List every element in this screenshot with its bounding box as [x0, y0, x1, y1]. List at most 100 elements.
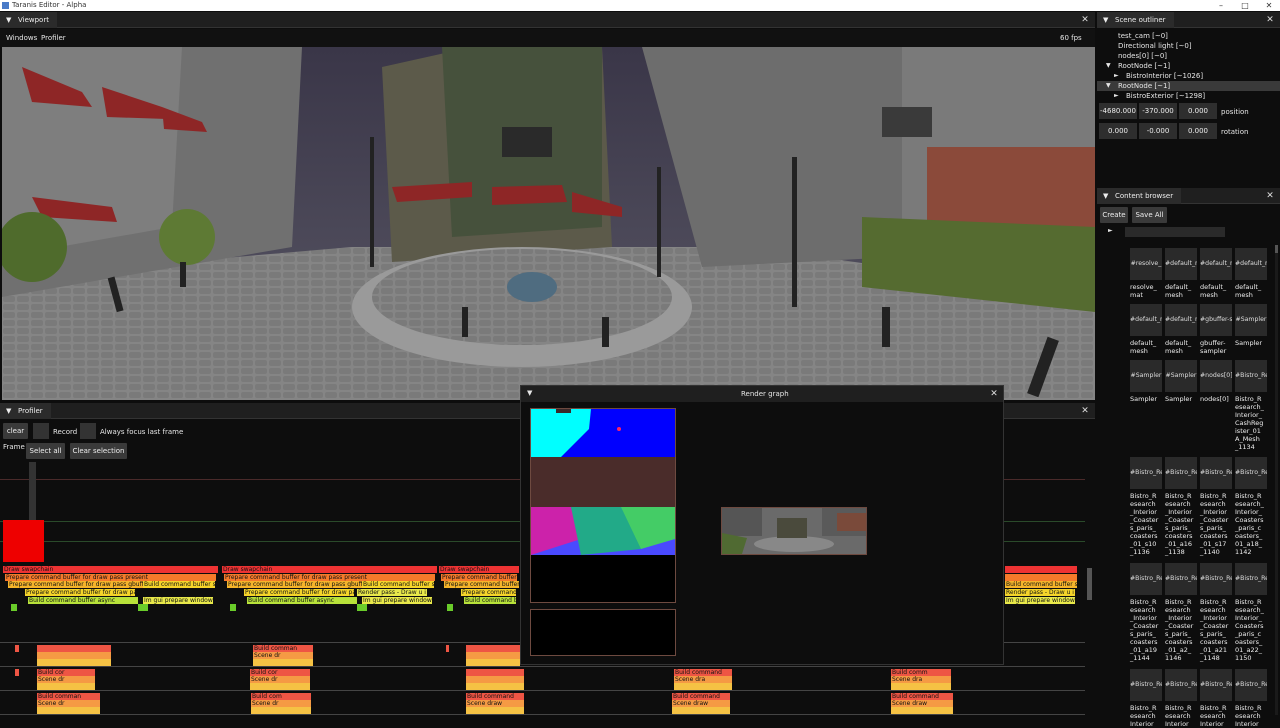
tab-content-browser[interactable]: ▼ Content browser [1097, 188, 1182, 204]
profile-block-tail[interactable] [357, 604, 367, 611]
asset-tile[interactable]: #Bistro_Re Bistro_Research_Interior_Coast… [1130, 457, 1162, 556]
collapse-icon[interactable]: ▼ [1103, 12, 1108, 28]
asset-tile[interactable]: #Bistro_Re Bistro_Research_Interior_Coast… [1130, 563, 1162, 662]
asset-tile[interactable]: #default_r default_ mesh [1235, 248, 1267, 299]
content-scrollbar-thumb[interactable] [1275, 245, 1278, 253]
worker-block-build[interactable]: Build command [672, 693, 730, 700]
profiler-close-icon[interactable]: ✕ [1078, 403, 1092, 419]
profile-block-draw-pass[interactable]: Prepare command buffer [461, 589, 516, 596]
frame-bar[interactable] [3, 520, 44, 562]
asset-tile[interactable]: #nodes[0] nodes[0] [1200, 360, 1232, 403]
clear-selection-button[interactable]: Clear selection [70, 443, 127, 459]
save-all-button[interactable]: Save All [1132, 207, 1167, 223]
record-checkbox[interactable] [33, 423, 49, 439]
worker-block[interactable] [672, 707, 730, 714]
minimize-icon[interactable]: – [1209, 0, 1233, 11]
worker-block-build[interactable]: Build comman [37, 693, 100, 700]
profile-block-swapchain[interactable] [1005, 566, 1077, 573]
worker-block-scene-draw[interactable]: Scene dr [251, 700, 311, 707]
profiler-scrollbar[interactable] [1087, 568, 1092, 600]
profile-block-present[interactable] [1005, 574, 1077, 581]
profile-block-tail[interactable] [230, 604, 236, 611]
profile-block-swapchain[interactable]: Draw swapchain [222, 566, 437, 573]
worker-block[interactable] [251, 707, 311, 714]
worker-block[interactable] [15, 645, 19, 652]
worker-block[interactable] [466, 669, 524, 676]
worker-block-scene-draw[interactable]: Scene dr [37, 676, 95, 683]
worker-block[interactable] [15, 669, 19, 676]
worker-block[interactable] [37, 652, 111, 659]
profile-block-async[interactable]: Build command buffer async [28, 597, 138, 604]
create-button[interactable]: Create [1100, 207, 1128, 223]
worker-block-scene-draw[interactable]: Scene draw [672, 700, 730, 707]
menu-profiler[interactable]: Profiler [41, 34, 66, 42]
profile-block-imgui[interactable]: Im gui prepare window [362, 597, 432, 604]
profile-block-present[interactable]: Prepare command buffer for draw pass pre… [5, 574, 216, 581]
asset-tile[interactable]: #Bistro_Re Bistro_R esearch Interior [1235, 669, 1267, 728]
worker-block-scene-draw[interactable]: Scene dr [250, 676, 310, 683]
profile-block-async[interactable]: Build command buffer async [247, 597, 357, 604]
render-graph-close-icon[interactable]: ✕ [987, 386, 1001, 402]
asset-tile[interactable]: #Bistro_Re Bistro_Research_Interior_Coast… [1235, 563, 1267, 662]
rotation-z-field[interactable]: 0.000 [1179, 123, 1217, 139]
collapse-icon[interactable]: ▼ [6, 403, 11, 419]
asset-tile[interactable]: #Bistro_Re Bistro_Research_Interior_Coast… [1200, 563, 1232, 662]
clear-button[interactable]: clear [3, 423, 28, 439]
worker-block-build[interactable]: Build command [674, 669, 732, 676]
worker-block[interactable] [37, 645, 111, 652]
worker-block-build[interactable]: Build command [466, 693, 524, 700]
asset-tile[interactable]: #default_r default_ mesh [1165, 248, 1197, 299]
content-scrollbar[interactable] [1275, 245, 1278, 715]
outliner-item[interactable]: Directional light [~0] [1097, 41, 1280, 51]
worker-block-build[interactable]: Build cor [37, 669, 95, 676]
worker-block[interactable] [466, 652, 520, 659]
worker-block-build[interactable]: Build command [891, 693, 953, 700]
worker-block[interactable] [37, 683, 95, 690]
outliner-item[interactable]: ▼ RootNode [~1] [1097, 61, 1280, 71]
profile-block-imgui[interactable]: Im gui prepare window [1005, 597, 1075, 604]
profile-block-present[interactable]: Prepare command buffer f [441, 574, 517, 581]
rotation-x-field[interactable]: 0.000 [1099, 123, 1137, 139]
asset-tile[interactable]: #gbuffer-s gbuffer-sampler [1200, 304, 1232, 355]
worker-block-scene-draw[interactable]: Scene draw [891, 700, 953, 707]
expand-arrow-icon[interactable]: ► [1108, 227, 1113, 234]
menu-windows[interactable]: Windows [6, 34, 37, 42]
asset-tile[interactable]: #Bistro_Re Bistro_Research_Interior_Coast… [1235, 457, 1267, 556]
profile-block-async[interactable]: Build command buffer [464, 597, 516, 604]
collapse-icon[interactable]: ▼ [527, 389, 532, 397]
outliner-item[interactable]: test_cam [~0] [1097, 31, 1280, 41]
rotation-y-field[interactable]: -0.000 [1139, 123, 1177, 139]
worker-block-scene-draw[interactable]: Scene dr [253, 652, 313, 659]
worker-block[interactable] [466, 659, 520, 666]
profile-block-swapchain[interactable]: Draw swapchain [439, 566, 519, 573]
content-search-input[interactable] [1125, 227, 1225, 237]
collapse-icon[interactable]: ▼ [1103, 188, 1108, 204]
tab-viewport[interactable]: ▼ Viewport [0, 12, 57, 28]
asset-tile[interactable]: #Bistro_Re Bistro_Research_Interior_Coast… [1165, 457, 1197, 556]
profile-block-gbuffer[interactable]: Prepare command buffer f [444, 581, 519, 588]
outliner-close-icon[interactable]: ✕ [1263, 12, 1277, 28]
profile-block-render-ui[interactable]: Render pass - Draw u i [1005, 589, 1075, 596]
collapse-icon[interactable]: ▼ [6, 12, 11, 28]
asset-tile[interactable]: #Sampler Sampler [1165, 360, 1197, 403]
asset-tile[interactable]: #Sampler Sampler [1235, 304, 1267, 347]
position-y-field[interactable]: -370.000 [1139, 103, 1177, 119]
profile-block-build-sync[interactable]: Build command buffer s [143, 581, 215, 588]
worker-block-build[interactable]: Build comman [253, 645, 313, 652]
asset-tile[interactable]: #Bistro_Re Bistro_R esearch Interior [1200, 669, 1232, 728]
profile-block-imgui[interactable]: Im gui prepare window [143, 597, 213, 604]
render-graph-node[interactable] [721, 507, 867, 555]
select-all-button[interactable]: Select all [26, 443, 65, 459]
worker-block-scene-draw[interactable]: Scene dr [37, 700, 100, 707]
profile-block-tail[interactable] [138, 604, 148, 611]
worker-block[interactable] [466, 707, 524, 714]
profile-block-draw-pass[interactable]: Prepare command buffer for draw pass [244, 589, 354, 596]
tab-profiler[interactable]: ▼ Profiler [0, 403, 51, 419]
worker-block-build[interactable]: Build com [251, 693, 311, 700]
worker-block[interactable] [466, 645, 520, 652]
worker-block-scene-draw[interactable]: Scene dra [674, 676, 732, 683]
worker-block[interactable] [446, 645, 449, 652]
viewport-close-icon[interactable]: ✕ [1078, 12, 1092, 28]
tab-scene-outliner[interactable]: ▼ Scene outliner [1097, 12, 1174, 28]
render-graph-node[interactable] [530, 609, 676, 656]
